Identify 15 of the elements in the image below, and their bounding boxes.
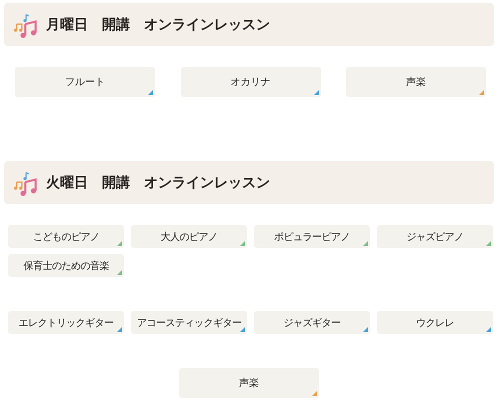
- lesson-button[interactable]: こどものピアノ: [8, 225, 124, 248]
- lesson-button[interactable]: ウクレレ: [377, 311, 493, 334]
- lesson-button[interactable]: ジャズギター: [254, 311, 370, 334]
- lesson-button[interactable]: 大人のピアノ: [131, 225, 247, 248]
- section-title: 火曜日 開講 オンラインレッスン: [46, 174, 270, 192]
- section-title: 月曜日 開講 オンラインレッスン: [46, 16, 270, 34]
- lesson-button[interactable]: 声楽: [179, 368, 319, 398]
- lesson-button[interactable]: ポピュラーピアノ: [254, 225, 370, 248]
- lesson-button[interactable]: ジャズピアノ: [377, 225, 493, 248]
- lesson-button[interactable]: エレクトリックギター: [8, 311, 124, 334]
- lesson-button[interactable]: フルート: [15, 67, 155, 97]
- lesson-button[interactable]: 保育士のための音楽: [8, 254, 124, 277]
- lesson-button[interactable]: 声楽: [346, 67, 486, 97]
- lesson-button[interactable]: オカリナ: [180, 67, 320, 97]
- lesson-button[interactable]: アコースティックギター: [131, 311, 247, 334]
